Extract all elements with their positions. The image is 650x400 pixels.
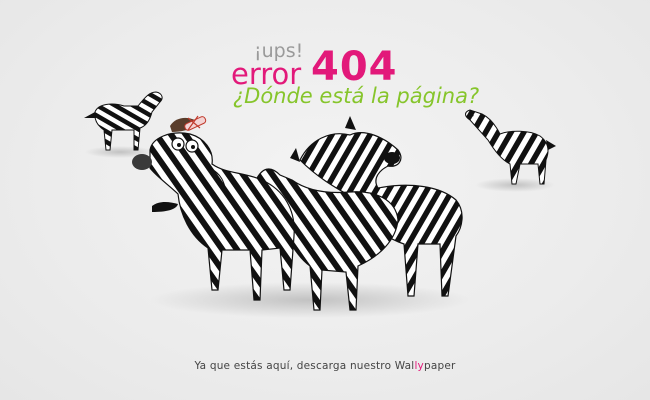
zebra-icon xyxy=(84,91,163,151)
wallpaper-link-part: paper xyxy=(423,360,456,372)
wallpaper-download-text: Ya que estás aquí, descarga nuestro Wall… xyxy=(0,360,650,372)
ground-shadow xyxy=(150,282,470,318)
zebra-illustration xyxy=(84,91,556,318)
zebra-tail xyxy=(152,202,178,212)
footer-text: Ya que estás aquí, descarga nuestro xyxy=(194,360,395,372)
wallpaper-download-link[interactable]: Wallypaper xyxy=(395,360,456,372)
wallpaper-link-highlight: ly xyxy=(414,360,424,372)
wallpaper-link-part: Wal xyxy=(394,360,415,372)
zebra-icon xyxy=(465,109,556,185)
